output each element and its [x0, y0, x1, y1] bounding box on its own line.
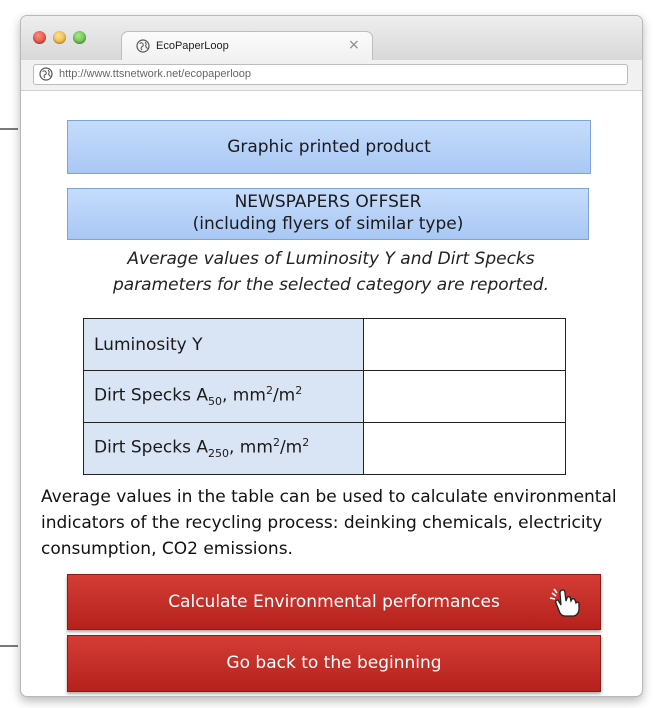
label-superscript: 2	[265, 384, 273, 398]
tab-close-icon[interactable]: ×	[348, 37, 360, 53]
note-line1: Average values of Luminosity Y and Dirt …	[127, 249, 535, 269]
dirt-specks-a50-value	[363, 370, 566, 423]
label-tail: , mm	[229, 438, 273, 459]
minimize-window-button[interactable]	[53, 31, 66, 44]
dirt-specks-a50-label: Dirt Specks A50, mm2/m2	[83, 370, 364, 423]
table-row: Luminosity Y	[83, 318, 566, 371]
label-superscript: 2	[295, 384, 303, 398]
close-window-button[interactable]	[33, 31, 46, 44]
zoom-window-button[interactable]	[73, 31, 86, 44]
tab-title: EcoPaperLoop	[156, 40, 229, 52]
go-back-button-label: Go back to the beginning	[226, 653, 442, 673]
label-subscript: 50	[208, 395, 222, 409]
table-row: Dirt Specks A50, mm2/m2	[83, 370, 566, 423]
globe-icon	[39, 67, 53, 81]
label-subscript: 250	[208, 447, 229, 461]
hand-pointer-icon	[549, 588, 580, 617]
edge-mark-top	[0, 128, 18, 130]
label-main: Dirt Specks A	[94, 386, 208, 407]
subcategory-box: NEWSPAPERS OFFSER (including flyers of s…	[67, 188, 589, 240]
calculate-performances-button[interactable]: Calculate Environmental performances	[67, 574, 601, 630]
address-bar[interactable]: http://www.ttsnetwork.net/ecopaperloop	[33, 64, 628, 85]
luminosity-label: Luminosity Y	[83, 318, 364, 371]
subcategory-line2: (including flyers of similar type)	[192, 214, 464, 234]
parameters-table: Luminosity Y Dirt Specks A50, mm2/m2 Dir…	[83, 318, 566, 475]
category-box: Graphic printed product	[67, 120, 591, 174]
browser-window: EcoPaperLoop × http://www.ttsnetwork.net…	[20, 15, 643, 697]
globe-icon	[136, 39, 150, 53]
label-slash: /m	[279, 438, 303, 459]
label-tail: , mm	[222, 386, 266, 407]
address-bar-area: http://www.ttsnetwork.net/ecopaperloop	[21, 60, 642, 91]
dirt-specks-a250-label: Dirt Specks A250, mm2/m2	[83, 422, 364, 475]
table-row: Dirt Specks A250, mm2/m2	[83, 422, 566, 475]
dirt-specks-a250-value	[363, 422, 566, 475]
url-text: http://www.ttsnetwork.net/ecopaperloop	[59, 68, 251, 80]
label-superscript: 2	[302, 436, 310, 450]
label-slash: /m	[272, 386, 296, 407]
label-superscript: 2	[272, 436, 280, 450]
browser-tab[interactable]: EcoPaperLoop ×	[121, 31, 373, 61]
calculate-button-label: Calculate Environmental performances	[168, 592, 500, 612]
edge-mark-bottom	[0, 645, 18, 647]
note-line2: parameters for the selected category are…	[112, 275, 549, 295]
explanation-paragraph: Average values in the table can be used …	[41, 487, 617, 559]
category-note: Average values of Luminosity Y and Dirt …	[51, 246, 611, 298]
title-bar: EcoPaperLoop ×	[21, 16, 642, 61]
subcategory-line1: NEWSPAPERS OFFSER	[234, 192, 422, 212]
label-main: Dirt Specks A	[94, 438, 208, 459]
go-back-button[interactable]: Go back to the beginning	[67, 635, 601, 692]
luminosity-value	[363, 318, 566, 371]
